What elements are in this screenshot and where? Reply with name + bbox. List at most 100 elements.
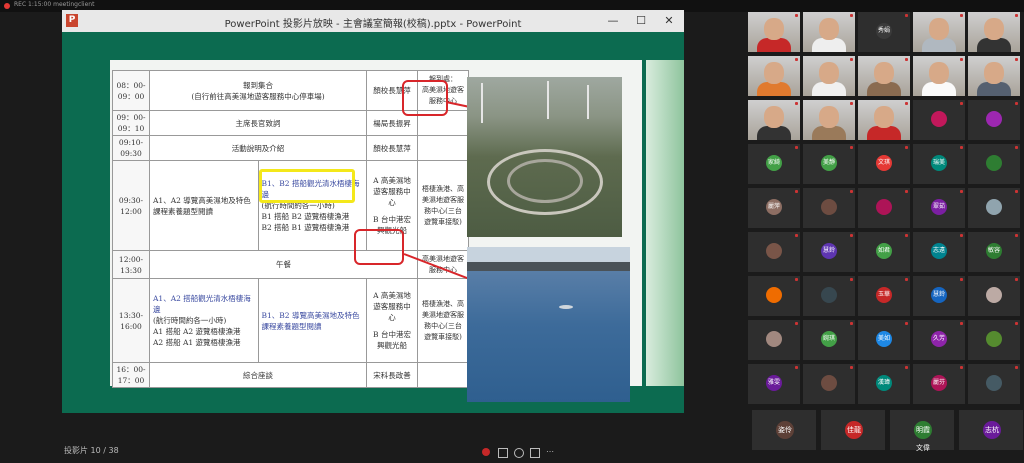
participant-avatar: 文琪 xyxy=(876,155,892,171)
participant-avatar: 婉琪 xyxy=(821,331,837,347)
participant-avatar: 美靜 xyxy=(821,155,837,171)
participant-body xyxy=(812,38,846,52)
mic-muted-icon xyxy=(1015,366,1018,369)
recording-icon xyxy=(4,3,10,9)
participant-avatar xyxy=(876,199,892,215)
participant-tile[interactable]: 志遠 xyxy=(913,232,965,272)
zoom-icon[interactable] xyxy=(514,448,524,458)
participant-tile[interactable]: 婉琪 xyxy=(803,320,855,360)
more-icon[interactable]: ⋯ xyxy=(546,448,554,456)
participant-avatar: 慧鈴 xyxy=(931,287,947,303)
record-icon[interactable] xyxy=(482,448,490,456)
participant-face xyxy=(984,18,1004,40)
participant-tile[interactable]: 慧鈴 xyxy=(913,276,965,316)
participant-avatar xyxy=(766,287,782,303)
participant-tile[interactable] xyxy=(858,100,910,140)
participant-tile[interactable] xyxy=(913,56,965,96)
participant-tile[interactable]: 家綺 xyxy=(748,144,800,184)
participant-face xyxy=(764,62,784,84)
participant-tile[interactable]: 麗萍 xyxy=(748,188,800,228)
participant-tile[interactable]: 明霞 文偉 xyxy=(890,410,954,452)
participant-tile[interactable]: 文琪 xyxy=(858,144,910,184)
participant-tile[interactable] xyxy=(968,100,1020,140)
mic-muted-icon xyxy=(905,366,908,369)
screen-icon[interactable] xyxy=(530,448,540,458)
participant-tile[interactable]: 慧鈴 xyxy=(803,232,855,272)
participant-tile[interactable] xyxy=(968,144,1020,184)
mic-muted-icon xyxy=(960,14,963,17)
participant-tile[interactable] xyxy=(858,188,910,228)
grid-icon[interactable] xyxy=(498,448,508,458)
participant-tile[interactable] xyxy=(803,56,855,96)
participant-tile[interactable]: 敏容 xyxy=(968,232,1020,272)
participant-tile[interactable]: 久芳 xyxy=(913,320,965,360)
mic-muted-icon xyxy=(1015,58,1018,61)
mic-muted-icon xyxy=(795,322,798,325)
mic-muted-icon xyxy=(905,58,908,61)
participant-tile[interactable] xyxy=(803,364,855,404)
participant-avatar: 久芳 xyxy=(931,331,947,347)
powerpoint-window: P PowerPoint 投影片放映 - 主會議室簡報(校稿).pptx - P… xyxy=(62,10,684,413)
participant-tile[interactable]: 玉華 xyxy=(858,276,910,316)
maximize-button[interactable]: ☐ xyxy=(630,13,652,29)
mic-muted-icon xyxy=(960,322,963,325)
participant-tile[interactable] xyxy=(968,188,1020,228)
participant-tile[interactable]: 佳龍 xyxy=(821,410,885,450)
participant-tile[interactable] xyxy=(968,320,1020,360)
mic-muted-icon xyxy=(960,102,963,105)
participant-tile[interactable] xyxy=(968,276,1020,316)
participant-tile[interactable] xyxy=(803,276,855,316)
participant-tile[interactable] xyxy=(803,188,855,228)
participant-body xyxy=(812,82,846,96)
participant-tile[interactable]: 秀娟 xyxy=(858,12,910,52)
participant-body xyxy=(977,82,1011,96)
mic-muted-icon xyxy=(850,102,853,105)
participant-tile[interactable]: 漢瑋 xyxy=(858,364,910,404)
participant-tile[interactable] xyxy=(913,100,965,140)
participant-avatar: 瑞美 xyxy=(931,155,947,171)
slide-canvas: 08：00- 09：00 報到集合 (自行前往高美濕地遊客服務中心停車場) 顏校… xyxy=(62,32,684,413)
slide-counter: 投影片 10 / 38 xyxy=(64,446,119,455)
participant-avatar: 佳龍 xyxy=(845,421,863,439)
mic-muted-icon xyxy=(850,58,853,61)
participant-tile[interactable]: 姿伶 xyxy=(752,410,816,450)
close-button[interactable]: ✕ xyxy=(658,13,680,29)
participant-tile[interactable] xyxy=(803,100,855,140)
participant-tile[interactable] xyxy=(748,276,800,316)
minimize-button[interactable]: — xyxy=(602,13,624,29)
participant-face xyxy=(929,18,949,40)
participant-avatar: 秀娟 xyxy=(876,23,892,39)
participant-tile[interactable] xyxy=(968,12,1020,52)
participant-body xyxy=(757,38,791,52)
mic-muted-icon xyxy=(960,190,963,193)
mic-muted-icon xyxy=(1015,190,1018,193)
participant-tile[interactable] xyxy=(748,12,800,52)
participant-tile[interactable]: 翠茹 xyxy=(913,188,965,228)
participant-tile[interactable] xyxy=(968,56,1020,96)
wetland-photo xyxy=(467,77,622,237)
sea-photo xyxy=(467,247,630,402)
participant-avatar: 敏容 xyxy=(986,243,1002,259)
dolphin-shape xyxy=(559,305,573,309)
participant-tile[interactable] xyxy=(748,232,800,272)
mic-muted-icon xyxy=(960,234,963,237)
participant-tile[interactable] xyxy=(748,100,800,140)
participant-avatar xyxy=(986,375,1002,391)
participant-tile[interactable] xyxy=(913,12,965,52)
participant-tile[interactable] xyxy=(748,56,800,96)
participant-avatar: 家綺 xyxy=(766,155,782,171)
participant-tile[interactable] xyxy=(748,320,800,360)
mic-muted-icon xyxy=(850,278,853,281)
participant-tile[interactable]: 瑞美 xyxy=(913,144,965,184)
participant-tile[interactable]: 雅雯 xyxy=(748,364,800,404)
participant-tile[interactable]: 如君 xyxy=(858,232,910,272)
participant-tile[interactable]: 麗芬 xyxy=(913,364,965,404)
participant-tile[interactable] xyxy=(858,56,910,96)
participant-tile[interactable] xyxy=(968,364,1020,404)
mic-muted-icon xyxy=(905,234,908,237)
participant-tile[interactable]: 美靜 xyxy=(803,144,855,184)
participant-tile[interactable]: 美如 xyxy=(858,320,910,360)
participant-tile[interactable] xyxy=(803,12,855,52)
participant-avatar xyxy=(766,331,782,347)
participant-tile[interactable]: 志杭 xyxy=(959,410,1023,450)
